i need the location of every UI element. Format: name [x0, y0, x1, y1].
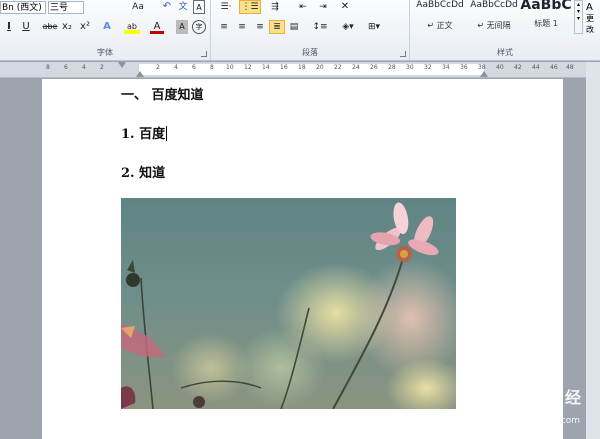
- align-left-icon[interactable]: ≡: [217, 20, 231, 34]
- style-preview: AaBbCcDd: [470, 0, 518, 10]
- ruler-tick: 16: [280, 64, 288, 71]
- distributed-icon[interactable]: ▤: [287, 20, 301, 34]
- font-group: Bn (西文) 三号 Aa ↶ 文 A I U abe x₂ x² A ab A…: [0, 0, 211, 60]
- ruler-tick: 28: [388, 64, 396, 71]
- bullets-icon[interactable]: ☰·: [217, 0, 235, 14]
- style-preview: AaBbCcDd: [416, 0, 464, 10]
- borders-icon[interactable]: ⊞▾: [365, 20, 383, 34]
- paragraph-dialog-launcher-icon[interactable]: [400, 51, 406, 57]
- ruler-tick: 2: [156, 64, 160, 71]
- chinese-layout-icon[interactable]: ✕: [337, 0, 353, 14]
- ruler-tick: 32: [424, 64, 432, 71]
- horizontal-ruler[interactable]: 8 6 4 2 2 4 6 8 10 12 14 16 18 20 22 24 …: [0, 62, 600, 78]
- style-name: ↵ 正文: [427, 21, 453, 30]
- ruler-tick: 38: [478, 64, 486, 71]
- ruler-tick: 26: [370, 64, 378, 71]
- right-indent-marker-icon[interactable]: [480, 71, 488, 77]
- styles-group-label: 样式: [497, 48, 513, 57]
- styles-scroll-icon[interactable]: ▴ ▾ ▾: [574, 0, 583, 34]
- strikethrough-button[interactable]: abe: [42, 20, 58, 34]
- ruler-tick: 24: [352, 64, 360, 71]
- ruler-tick: 4: [174, 64, 178, 71]
- ruler-tick: 34: [442, 64, 450, 71]
- baidu-jingyan-watermark: Bai 经验 jingyan.baidu.com: [483, 372, 595, 434]
- decrease-indent-icon[interactable]: ⇤: [295, 0, 311, 14]
- ruler-tick: 48: [566, 64, 574, 71]
- subscript-button[interactable]: x₂: [60, 20, 74, 34]
- line-spacing-icon[interactable]: ↕≡: [311, 20, 329, 34]
- ruler-tick: 10: [226, 64, 234, 71]
- italic-button[interactable]: I: [4, 20, 14, 34]
- watermark-url: jingyan.baidu.com: [497, 416, 581, 426]
- paragraph-group: ☰· ⋮☰ ⇶ ⇤ ⇥ ✕ ≡ ≡ ≡ ≣ ▤ ↕≡ ◈▾ ⊞▾ 段落: [211, 0, 410, 60]
- list-item-1[interactable]: 1. 百度: [121, 123, 168, 142]
- list-item-2[interactable]: 2. 知道: [121, 162, 165, 181]
- ruler-tick: 22: [334, 64, 342, 71]
- font-group-label: 字体: [97, 48, 113, 57]
- heading-level1[interactable]: 一、 百度知道: [121, 84, 204, 103]
- char-border-button[interactable]: A: [193, 0, 205, 14]
- ruler-tick: 4: [82, 64, 86, 71]
- align-right-icon[interactable]: ≡: [253, 20, 267, 34]
- underline-button[interactable]: U: [20, 20, 32, 34]
- styles-group: AaBbCcDd ↵ 正文 AaBbCcDd ↵ 无间隔 AaBbC 标题 1 …: [410, 0, 600, 60]
- clear-format-icon[interactable]: 文: [176, 0, 190, 14]
- text-effect-button[interactable]: A: [100, 20, 114, 34]
- paw-logo-icon: [497, 373, 530, 402]
- ruler-tick: 44: [532, 64, 540, 71]
- justify-icon[interactable]: ≣: [269, 20, 285, 34]
- font-dialog-launcher-icon[interactable]: [201, 51, 207, 57]
- ruler-tick: 42: [514, 64, 522, 71]
- ruler-tick: 20: [316, 64, 324, 71]
- font-name-combo[interactable]: Bn (西文): [0, 1, 46, 14]
- ruler-tick: 12: [244, 64, 252, 71]
- style-name: ↵ 无间隔: [477, 21, 511, 30]
- style-no-spacing[interactable]: AaBbCcDd ↵ 无间隔: [468, 0, 520, 36]
- ruler-tick: 8: [46, 64, 50, 71]
- style-normal[interactable]: AaBbCcDd ↵ 正文: [414, 0, 466, 36]
- ruler-tick: 36: [460, 64, 468, 71]
- left-indent-marker-icon[interactable]: [136, 71, 144, 77]
- highlight-button[interactable]: ab: [124, 20, 140, 34]
- first-line-indent-marker-icon[interactable]: [118, 62, 126, 68]
- phonetic-icon[interactable]: ↶: [160, 0, 174, 14]
- superscript-button[interactable]: x²: [78, 20, 92, 34]
- shading-icon[interactable]: ◈▾: [339, 20, 357, 34]
- ruler-tick: 18: [298, 64, 306, 71]
- inserted-photo[interactable]: [121, 198, 456, 409]
- style-heading1[interactable]: AaBbC 标题 1: [520, 0, 572, 36]
- change-styles-label: 更改: [586, 14, 594, 34]
- ruler-tick: 8: [210, 64, 214, 71]
- ruler-tick: 6: [64, 64, 68, 71]
- ruler-tick: 14: [262, 64, 270, 71]
- style-preview: AaBbC: [520, 0, 572, 13]
- change-styles-icon: A: [586, 2, 593, 13]
- ribbon: Bn (西文) 三号 Aa ↶ 文 A I U abe x₂ x² A ab A…: [0, 0, 600, 61]
- multilevel-list-icon[interactable]: ⇶: [265, 0, 285, 14]
- ruler-tick: 6: [192, 64, 196, 71]
- list-item-text: 1. 百度: [121, 127, 166, 142]
- ruler-tick: 40: [496, 64, 504, 71]
- ruler-tick: 46: [550, 64, 558, 71]
- increase-indent-icon[interactable]: ⇥: [315, 0, 331, 14]
- ruler-tick: 30: [406, 64, 414, 71]
- ruler-text-area: [139, 64, 484, 75]
- cosmos-flower-image: [121, 202, 456, 409]
- paragraph-group-label: 段落: [302, 48, 318, 57]
- align-center-icon[interactable]: ≡: [235, 20, 249, 34]
- font-color-button[interactable]: A: [150, 20, 164, 34]
- change-styles-button[interactable]: A 更改: [586, 2, 600, 34]
- font-size-combo[interactable]: 三号: [48, 1, 84, 14]
- grow-font-button[interactable]: Aa: [130, 0, 146, 14]
- char-shading-button[interactable]: A: [176, 20, 188, 34]
- ruler-tick: 2: [100, 64, 104, 71]
- numbering-icon[interactable]: ⋮☰: [239, 0, 261, 14]
- style-name: 标题 1: [534, 19, 558, 28]
- enclose-char-button[interactable]: 字: [192, 20, 206, 34]
- text-caret: [166, 126, 168, 141]
